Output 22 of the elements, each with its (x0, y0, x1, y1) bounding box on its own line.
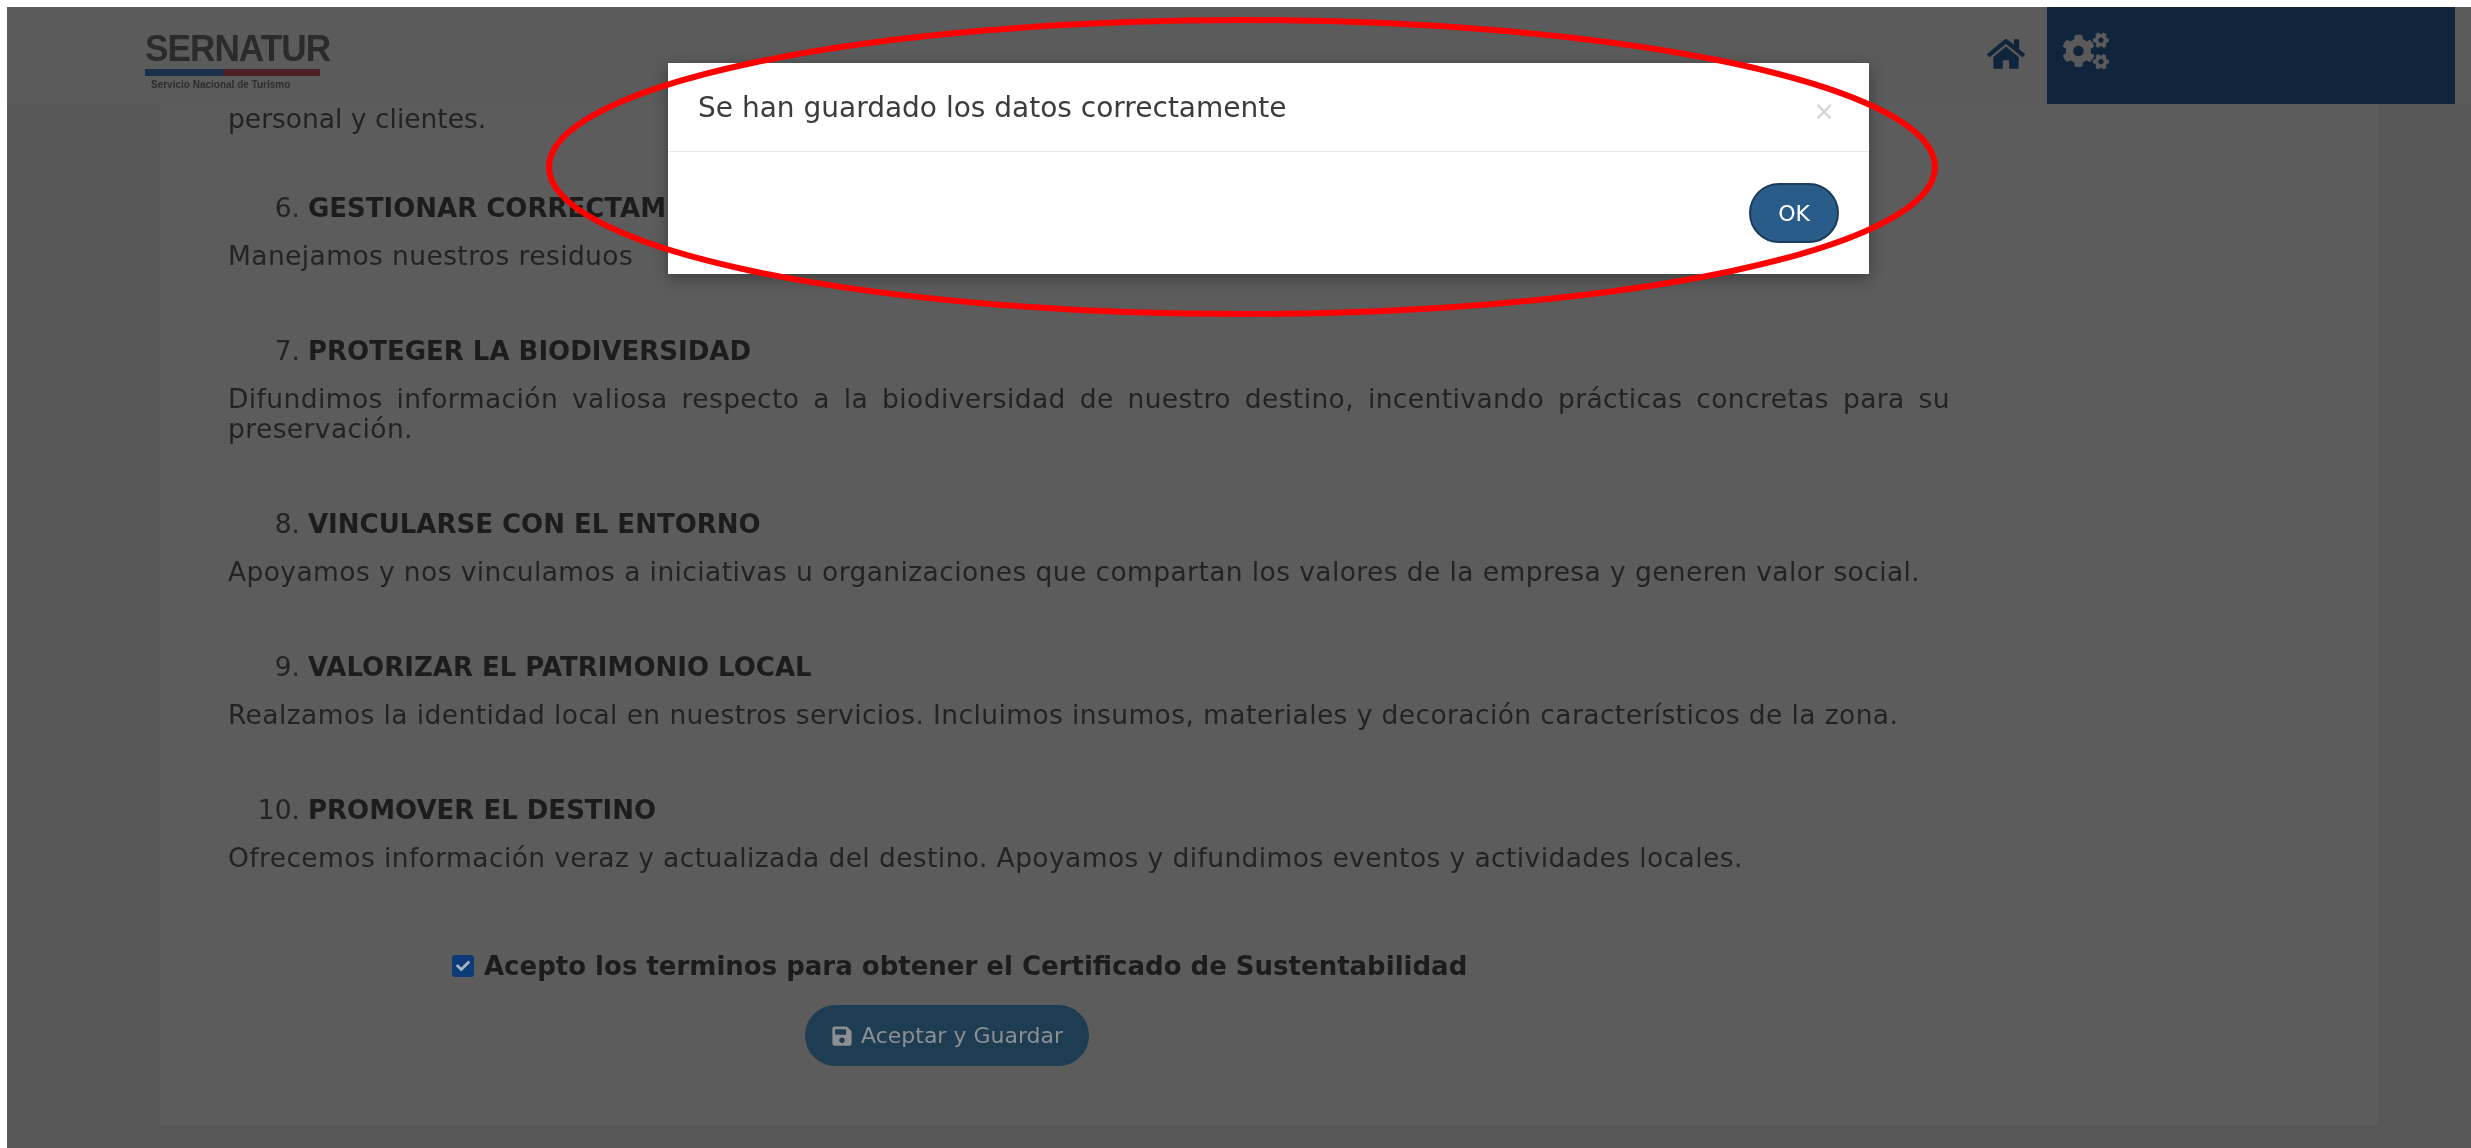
save-button[interactable]: Aceptar y Guardar (805, 1005, 1090, 1066)
terms-label: Acepto los terminos para obtener el Certificado de Sustentabilidad (484, 951, 1468, 981)
principle-number: 7. (273, 335, 300, 366)
dialog-message: Se han guardado los datos correctamente (698, 90, 1287, 124)
principle-number: 9. (273, 651, 300, 682)
principle-text: Difundimos información valiosa respecto a la biodiversidad de nuestro destino, incentivando prácticas concretas para su preservación. (228, 384, 1950, 444)
principle-text: Apoyamos y nos vinculamos a iniciativas u organizaciones que compartan los valores de la empresa y generen valor social. (228, 557, 1921, 587)
paragraph-text: personal y clientes. (228, 104, 487, 134)
principle-title: PROMOVER EL DESTINO (308, 795, 657, 825)
principle-text: Realzamos la identidad local en nuestros servicios. Incluimos insumos, materiales y decoración característicos de la zona. (228, 700, 1899, 730)
principle-title: VINCULARSE CON EL ENTORNO (308, 509, 761, 539)
principle-text: Manejamos nuestros residuos (228, 241, 634, 271)
ok-button[interactable]: OK (1749, 183, 1839, 243)
terms-checkbox[interactable] (452, 955, 474, 977)
check-icon (456, 959, 470, 973)
principle-number: 6. (273, 192, 300, 223)
principle-title: VALORIZAR EL PATRIMONIO LOCAL (308, 652, 812, 682)
save-icon (831, 1024, 853, 1047)
principle-title: PROTEGER LA BIODIVERSIDAD (308, 336, 752, 366)
principle-text: Ofrecemos información veraz y actualizada del destino. Apoyamos y difundimos eventos y actividades locales. (228, 843, 1743, 873)
principle-number: 10. (256, 794, 300, 825)
principle-number: 8. (273, 508, 300, 539)
